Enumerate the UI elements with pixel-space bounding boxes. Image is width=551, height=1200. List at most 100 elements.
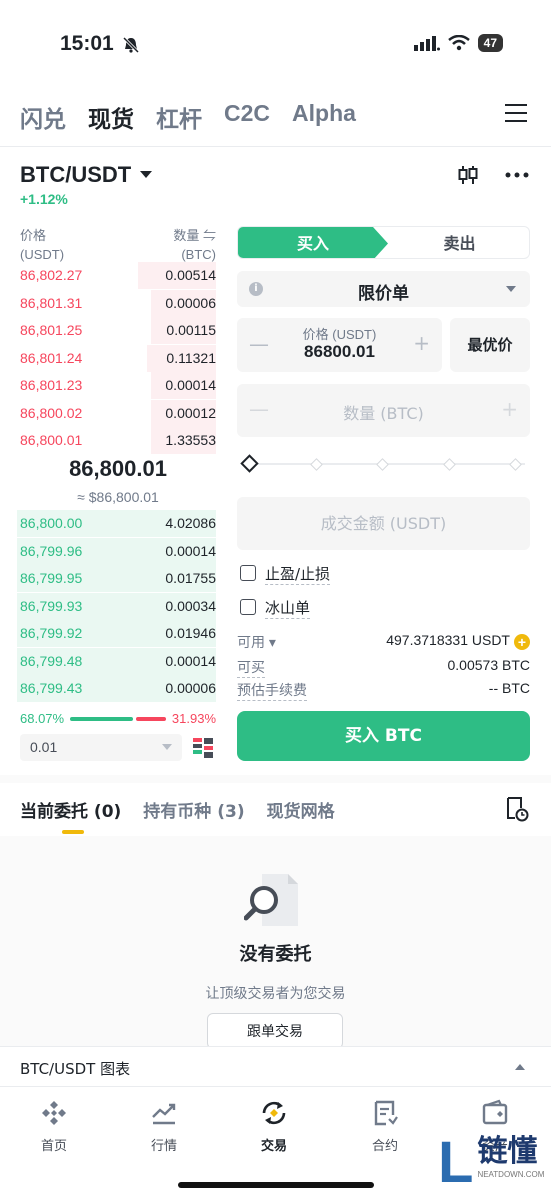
futures-document-icon xyxy=(374,1100,398,1126)
nav-futures[interactable]: 合约 xyxy=(345,1099,425,1154)
home-diamond-icon xyxy=(42,1101,66,1125)
bid-qty: 0.00034 xyxy=(165,597,216,614)
empty-search-icon xyxy=(243,872,302,932)
qty-increment-button[interactable]: + xyxy=(501,397,518,421)
candlestick-chart-icon[interactable] xyxy=(457,164,479,186)
side-toggle: 买入 卖出 xyxy=(237,226,530,259)
ask-row[interactable]: 86,801.23 0.00014 xyxy=(0,372,216,400)
nav-markets[interactable]: 行情 xyxy=(124,1099,204,1154)
nav-markets-label: 行情 xyxy=(150,1139,177,1154)
slider-node-50[interactable] xyxy=(376,458,389,471)
chart-line-icon xyxy=(152,1103,176,1125)
bid-row[interactable]: 86,799.92 0.01946 xyxy=(0,620,216,648)
orderbook-layout-icon[interactable] xyxy=(192,737,214,763)
bid-price: 86,800.00 xyxy=(20,515,83,531)
signal-icon xyxy=(413,36,440,51)
buy-tab[interactable]: 买入 xyxy=(238,227,388,258)
ask-qty: 0.00012 xyxy=(165,404,216,421)
bid-price: 86,799.93 xyxy=(20,597,83,614)
price-input-value[interactable]: 86800.01 xyxy=(237,342,442,362)
total-input[interactable]: 成交金额 (USDT) xyxy=(237,497,530,550)
ask-price: 86,801.24 xyxy=(20,349,83,366)
nav-home[interactable]: 首页 xyxy=(14,1099,94,1154)
slider-handle[interactable] xyxy=(240,454,259,473)
tab-spot-grid[interactable]: 现货网格 xyxy=(267,797,335,822)
ask-row[interactable]: 86,801.31 0.00006 xyxy=(0,289,216,318)
copy-trade-button[interactable]: 跟单交易 xyxy=(207,1013,343,1049)
watermark-sub: NEATDOWN.COM xyxy=(477,1170,545,1179)
order-type-label: 限价单 xyxy=(358,284,409,304)
bid-row[interactable]: 86,799.48 0.00014 xyxy=(0,647,216,676)
best-price-button[interactable]: 最优价 xyxy=(450,318,530,372)
home-indicator[interactable] xyxy=(178,1182,374,1188)
trade-mode-tabs: 闪兑 现货 杠杆 C2C Alpha xyxy=(20,100,356,134)
tab-alpha[interactable]: Alpha xyxy=(292,100,356,134)
wifi-icon xyxy=(447,35,470,51)
slider-node-75[interactable] xyxy=(443,458,456,471)
qty-header[interactable]: 数量 ⇋ xyxy=(173,226,216,245)
menu-icon[interactable] xyxy=(505,104,527,128)
tab-convert[interactable]: 闪兑 xyxy=(20,100,66,134)
iceberg-checkbox[interactable] xyxy=(240,599,256,615)
ask-row[interactable]: 86,802.27 0.00514 xyxy=(0,262,216,290)
nav-futures-label: 合约 xyxy=(371,1139,398,1154)
quantity-input[interactable]: — 数量 (BTC) + xyxy=(237,384,530,437)
empty-subtitle: 让顶级交易者为您交易 xyxy=(205,986,346,1002)
status-time: 15:01 xyxy=(60,32,114,55)
tp-sl-checkbox[interactable] xyxy=(240,565,256,581)
active-tab-indicator xyxy=(62,830,84,834)
ask-row[interactable]: 86,800.01 1.33553 xyxy=(0,427,216,455)
nav-trade[interactable]: 交易 xyxy=(234,1099,314,1154)
ask-qty: 0.00006 xyxy=(165,294,216,311)
bid-row[interactable]: 86,799.96 0.00014 xyxy=(0,537,216,566)
chart-toggle-bar[interactable]: BTC/USDT 图表 xyxy=(0,1046,551,1086)
fee-label[interactable]: 预估手续费 xyxy=(237,680,307,701)
depth-value: 0.01 xyxy=(30,739,58,755)
order-history-icon[interactable] xyxy=(505,796,529,826)
sell-tab[interactable]: 卖出 xyxy=(388,227,529,258)
bid-row[interactable]: 86,799.95 0.01755 xyxy=(0,565,216,593)
ask-row[interactable]: 86,801.25 0.00115 xyxy=(0,317,216,345)
quantity-placeholder: 数量 (BTC) xyxy=(343,404,424,423)
bid-qty: 0.00006 xyxy=(165,680,216,696)
buy-sell-ratio: 68.07% 31.93% xyxy=(20,711,216,726)
bid-qty: 0.01755 xyxy=(165,570,216,586)
pair-selector[interactable]: BTC/USDT xyxy=(20,162,153,188)
iceberg-label[interactable]: 冰山单 xyxy=(265,597,311,619)
deposit-plus-icon[interactable]: + xyxy=(514,634,530,650)
ask-price: 86,800.01 xyxy=(20,432,83,448)
more-icon[interactable] xyxy=(505,172,529,178)
slider-node-25[interactable] xyxy=(310,458,323,471)
pair-change: +1.12% xyxy=(20,191,68,207)
tab-c2c[interactable]: C2C xyxy=(224,100,270,134)
tab-open-orders[interactable]: 当前委托 (0) xyxy=(20,797,121,822)
available-label[interactable]: 可用 ▾ xyxy=(237,632,276,652)
depth-precision-select[interactable]: 0.01 xyxy=(20,734,182,761)
bid-row[interactable]: 86,800.00 4.02086 xyxy=(0,510,216,538)
ask-price: 86,800.02 xyxy=(20,404,83,421)
ask-qty: 0.00514 xyxy=(165,267,216,283)
bid-price: 86,799.92 xyxy=(20,625,83,641)
status-indicators: 47 xyxy=(413,34,503,52)
bid-row[interactable]: 86,799.93 0.00034 xyxy=(0,592,216,621)
battery-indicator: 47 xyxy=(477,34,503,52)
ask-row[interactable]: 86,801.24 0.11321 xyxy=(0,344,216,373)
max-buy-label: 可买 xyxy=(237,657,265,678)
tab-spot[interactable]: 现货 xyxy=(88,100,134,134)
price-increment-button[interactable]: + xyxy=(413,331,430,355)
ask-qty: 0.11321 xyxy=(166,349,216,366)
tab-margin[interactable]: 杠杆 xyxy=(156,100,202,134)
buy-btc-button[interactable]: 买入 BTC xyxy=(237,711,530,761)
max-buy-value: 0.00573 BTC xyxy=(447,657,531,673)
order-type-select[interactable]: i 限价单 xyxy=(237,271,530,307)
ask-qty: 0.00014 xyxy=(165,377,216,393)
tab-holdings[interactable]: 持有币种 (3) xyxy=(143,797,244,822)
buy-ratio: 68.07% xyxy=(20,711,65,726)
price-input[interactable]: — 价格 (USDT) 86800.01 + xyxy=(237,318,442,372)
slider-node-100[interactable] xyxy=(509,458,522,471)
ask-price: 86,801.25 xyxy=(20,322,83,338)
sell-ratio: 31.93% xyxy=(171,711,216,726)
tp-sl-label[interactable]: 止盈/止损 xyxy=(265,563,331,585)
bid-row[interactable]: 86,799.43 0.00006 xyxy=(0,675,216,703)
ask-row[interactable]: 86,800.02 0.00012 xyxy=(0,399,216,428)
